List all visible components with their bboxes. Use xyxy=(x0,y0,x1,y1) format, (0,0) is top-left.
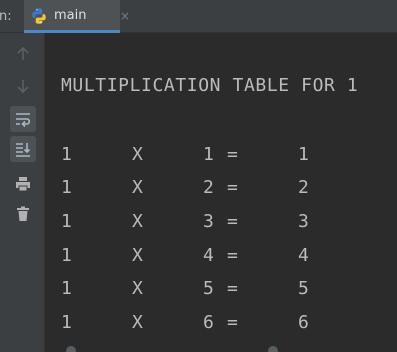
equals-sign: = xyxy=(227,245,238,266)
operator: X xyxy=(132,245,143,266)
run-label-prefix: n: xyxy=(0,9,12,24)
python-icon xyxy=(30,7,48,25)
scroll-indicator-icon xyxy=(66,346,76,352)
scroll-to-end-icon[interactable] xyxy=(10,136,36,162)
operand-a: 1 xyxy=(61,245,72,266)
operand-b: 4 xyxy=(203,245,214,266)
operand-b: 1 xyxy=(203,144,214,165)
equals-sign: = xyxy=(227,211,238,232)
operand-a: 1 xyxy=(61,278,72,299)
result: 2 xyxy=(298,177,309,198)
equals-sign: = xyxy=(227,278,238,299)
soft-wrap-icon[interactable] xyxy=(10,106,36,132)
equals-sign: = xyxy=(227,144,238,165)
result: 1 xyxy=(298,144,309,165)
operator: X xyxy=(132,144,143,165)
result: 3 xyxy=(298,211,309,232)
run-tab-main[interactable]: main × xyxy=(24,0,130,33)
up-arrow-icon[interactable] xyxy=(10,41,36,67)
print-icon[interactable] xyxy=(10,171,36,197)
operator: X xyxy=(132,312,143,333)
table-row: 1 X 5 = 5 xyxy=(45,278,397,300)
table-row: 1 X 2 = 2 xyxy=(45,177,397,199)
run-tab-bar: n: main × xyxy=(0,0,397,33)
operand-a: 1 xyxy=(61,144,72,165)
output-heading: MULTIPLICATION TABLE FOR 1 xyxy=(61,75,359,96)
operator: X xyxy=(132,211,143,232)
tab-label: main xyxy=(54,8,87,23)
result: 5 xyxy=(298,278,309,299)
result: 4 xyxy=(298,245,309,266)
operand-a: 1 xyxy=(61,312,72,333)
console-toolbar xyxy=(0,33,45,352)
run-tool-window: n: main × MULTIPLICATION TABLE FOR 1 1 X… xyxy=(0,0,397,352)
operator: X xyxy=(132,278,143,299)
table-row: 1 X 3 = 3 xyxy=(45,211,397,233)
scroll-indicator-icon xyxy=(268,346,278,352)
operand-b: 2 xyxy=(203,177,214,198)
operand-a: 1 xyxy=(61,177,72,198)
table-row: 1 X 6 = 6 xyxy=(45,312,397,334)
console-output[interactable]: MULTIPLICATION TABLE FOR 1 1 X 1 = 1 1 X… xyxy=(45,33,397,352)
equals-sign: = xyxy=(227,312,238,333)
operand-b: 5 xyxy=(203,278,214,299)
operator: X xyxy=(132,177,143,198)
table-row: 1 X 1 = 1 xyxy=(45,144,397,166)
operand-b: 6 xyxy=(203,312,214,333)
operand-a: 1 xyxy=(61,211,72,232)
down-arrow-icon[interactable] xyxy=(10,73,36,99)
table-row: 1 X 4 = 4 xyxy=(45,245,397,267)
operand-b: 3 xyxy=(203,211,214,232)
trash-icon[interactable] xyxy=(10,201,36,227)
equals-sign: = xyxy=(227,177,238,198)
close-icon[interactable]: × xyxy=(120,9,130,23)
result: 6 xyxy=(298,312,309,333)
